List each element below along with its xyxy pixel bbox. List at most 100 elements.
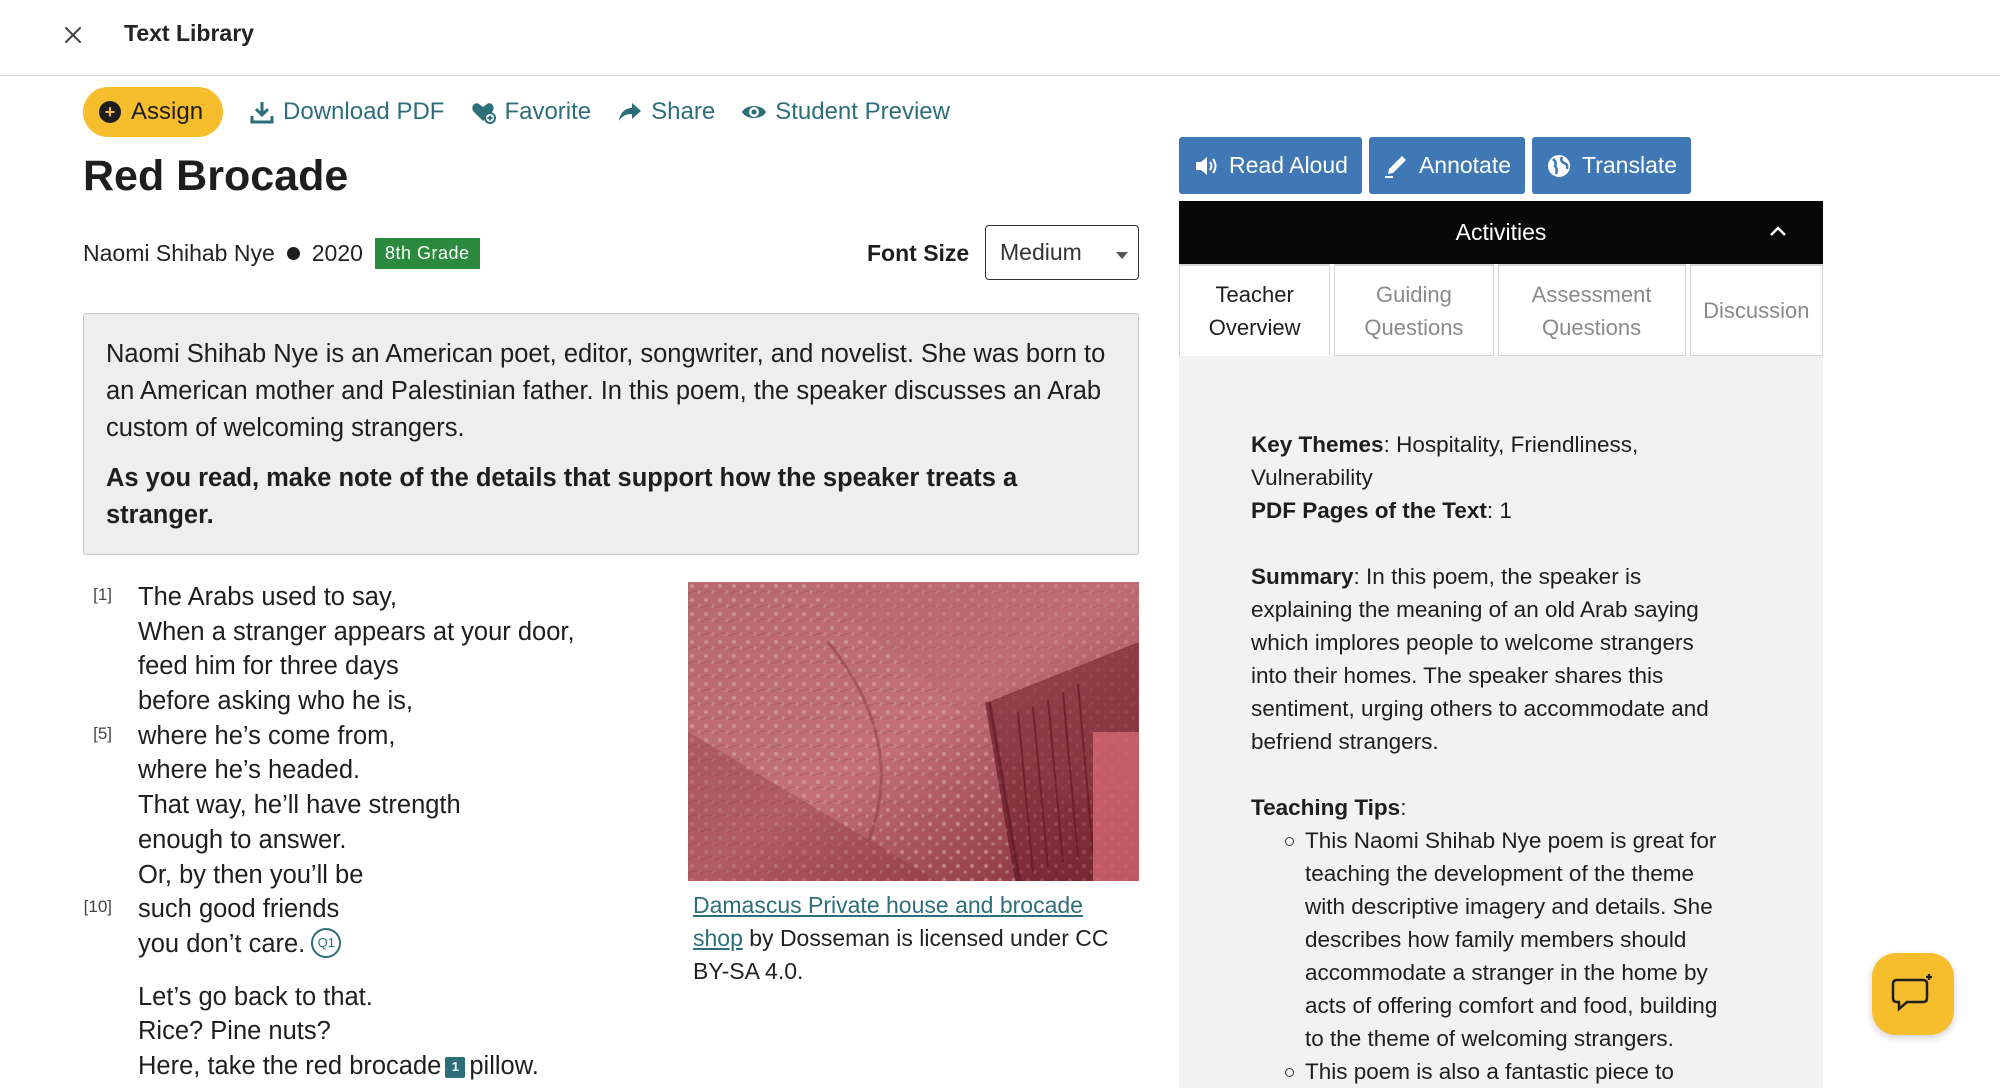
plus-circle-icon: + (99, 101, 121, 123)
pdf-pages: PDF Pages of the Text: 1 (1251, 494, 1731, 527)
key-themes: Key Themes: Hospitality, Friendliness, V… (1251, 428, 1731, 494)
reader-tools: Read Aloud Annotate Translate (1179, 137, 1692, 194)
tab-assessment-questions[interactable]: Assessment Questions (1497, 264, 1686, 356)
line-text[interactable]: where he’s come from, (138, 722, 395, 750)
question-marker[interactable]: Q1 (311, 928, 342, 959)
line-text[interactable]: Let’s go back to that. (138, 983, 373, 1011)
poem-line: where he’s headed. (72, 753, 632, 788)
favorite-label: Favorite (504, 98, 592, 125)
line-text[interactable]: where he’s headed. (138, 756, 360, 784)
line-text[interactable]: Here, take the red brocade (138, 1052, 441, 1080)
favorite-button[interactable]: Favorite (470, 98, 591, 126)
close-icon[interactable] (58, 20, 88, 50)
tab-discussion[interactable]: Discussion (1689, 264, 1824, 356)
student-preview-label: Student Preview (775, 98, 950, 125)
font-size-label: Font Size (867, 240, 970, 266)
line-text[interactable]: enough to answer. (138, 826, 346, 854)
line-number: [1] (93, 585, 112, 604)
teacher-overview-panel: Key Themes: Hospitality, Friendliness, V… (1179, 356, 1823, 1088)
separator-dot (286, 247, 300, 260)
poem-line: That way, he’ll have strength (72, 788, 632, 823)
chevron-up-icon[interactable] (1767, 221, 1789, 243)
teaching-tips-label: Teaching Tips (1251, 795, 1401, 820)
teaching-tips-colon: : (1400, 795, 1407, 820)
tab-teacher-overview[interactable]: Teacher Overview (1179, 264, 1331, 356)
teacher-overview-content: Key Themes: Hospitality, Friendliness, V… (1251, 428, 1731, 1088)
poem-line: Here, take the red brocade 1 pillow. (72, 1049, 632, 1084)
poem-text: [1] The Arabs used to say, When a strange… (72, 580, 632, 1084)
poem-line: When a stranger appears at your door, (72, 615, 632, 650)
translate-label: Translate (1582, 152, 1678, 178)
top-bar: Text Library (0, 0, 2000, 76)
line-text[interactable]: you don’t care. (138, 930, 305, 958)
line-text[interactable]: such good friends (138, 895, 339, 923)
eye-icon (742, 106, 767, 118)
teaching-tips-list: This Naomi Shihab Nye poem is great for … (1251, 824, 1731, 1088)
poem-line: Let’s go back to that. (72, 980, 632, 1015)
line-text[interactable]: The Arabs used to say, (138, 583, 397, 611)
line-number: [5] (93, 723, 112, 743)
tab-label: Discussion (1703, 298, 1810, 323)
activities-title: Activities (1455, 219, 1547, 245)
assign-button[interactable]: + Assign (83, 87, 224, 137)
image-caption: Damascus Private house and brocade shop … (693, 889, 1133, 988)
student-preview-button[interactable]: Student Preview (741, 98, 950, 126)
pdf-pages-label: PDF Pages of the Text (1251, 498, 1487, 523)
pen-icon (1384, 155, 1406, 178)
read-aloud-label: Read Aloud (1229, 152, 1348, 178)
tab-label: Guiding (1375, 281, 1452, 307)
activities-tabs: Teacher Overview Guiding Questions Assessm… (1179, 264, 1824, 356)
chat-button[interactable] (1872, 953, 1954, 1035)
list-item: This Naomi Shihab Nye poem is great for … (1285, 824, 1731, 1055)
line-text[interactable]: feed him for three days (138, 652, 399, 680)
key-themes-label: Key Themes (1251, 432, 1384, 457)
caret-down-icon (1116, 252, 1128, 259)
poem-line: feed him for three days (72, 649, 632, 684)
line-text[interactable]: Or, by then you’ll be (138, 861, 363, 889)
footnote-marker[interactable]: 1 (445, 1056, 466, 1078)
line-number: [10] (83, 897, 112, 917)
line-text[interactable]: When a stranger appears at your door, (138, 618, 575, 646)
speaker-icon (1196, 156, 1217, 175)
tab-label: Questions (1542, 314, 1642, 340)
poem-line: [10] such good friends (72, 892, 632, 927)
tab-guiding-questions[interactable]: Guiding Questions (1334, 264, 1494, 356)
download-pdf-button[interactable]: Download PDF (249, 98, 444, 126)
tab-label: Teacher (1215, 281, 1294, 307)
stanza-break (72, 962, 632, 980)
font-size-select[interactable]: Medium (985, 225, 1139, 280)
share-button[interactable]: Share (617, 98, 715, 126)
poem-line: [1] The Arabs used to say, (72, 580, 632, 615)
translate-button[interactable]: Translate (1532, 137, 1692, 194)
poem-line: Rice? Pine nuts? (72, 1014, 632, 1049)
read-aloud-button[interactable]: Read Aloud (1179, 137, 1362, 194)
annotate-button[interactable]: Annotate (1368, 137, 1526, 194)
line-text-tail[interactable]: pillow. (469, 1052, 538, 1080)
line-text[interactable]: That way, he’ll have strength (138, 791, 461, 819)
text-toolbar: + Assign Download PDF Favorite Share Stu… (83, 87, 950, 137)
brocade-image[interactable] (688, 582, 1139, 881)
line-text[interactable]: Rice? Pine nuts? (138, 1017, 331, 1045)
heart-icon (472, 103, 497, 124)
poem-line: Or, by then you’ll be (72, 858, 632, 893)
assign-label: Assign (131, 98, 204, 125)
pdf-pages-value: : 1 (1486, 498, 1512, 523)
poem-line: before asking who he is, (72, 684, 632, 719)
poem-line: you don’t care. Q1 (72, 927, 632, 962)
app-title: Text Library (124, 20, 254, 46)
poem-line: enough to answer. (72, 823, 632, 858)
intro-paragraph: Naomi Shihab Nye is an American poet, ed… (106, 340, 1106, 442)
summary-label: Summary (1251, 564, 1354, 589)
year: 2020 (311, 240, 363, 266)
line-text[interactable]: before asking who he is, (138, 687, 413, 715)
tab-label: Overview (1208, 314, 1301, 340)
author: Naomi Shihab Nye (83, 240, 275, 266)
font-size-value: Medium (1000, 239, 1082, 265)
globe-icon (1548, 154, 1571, 177)
page-title: Red Brocade (83, 152, 349, 200)
chat-icon (1891, 974, 1932, 1012)
activities-header[interactable]: Activities (1179, 201, 1823, 264)
teaching-tips: Teaching Tips: (1251, 791, 1731, 824)
